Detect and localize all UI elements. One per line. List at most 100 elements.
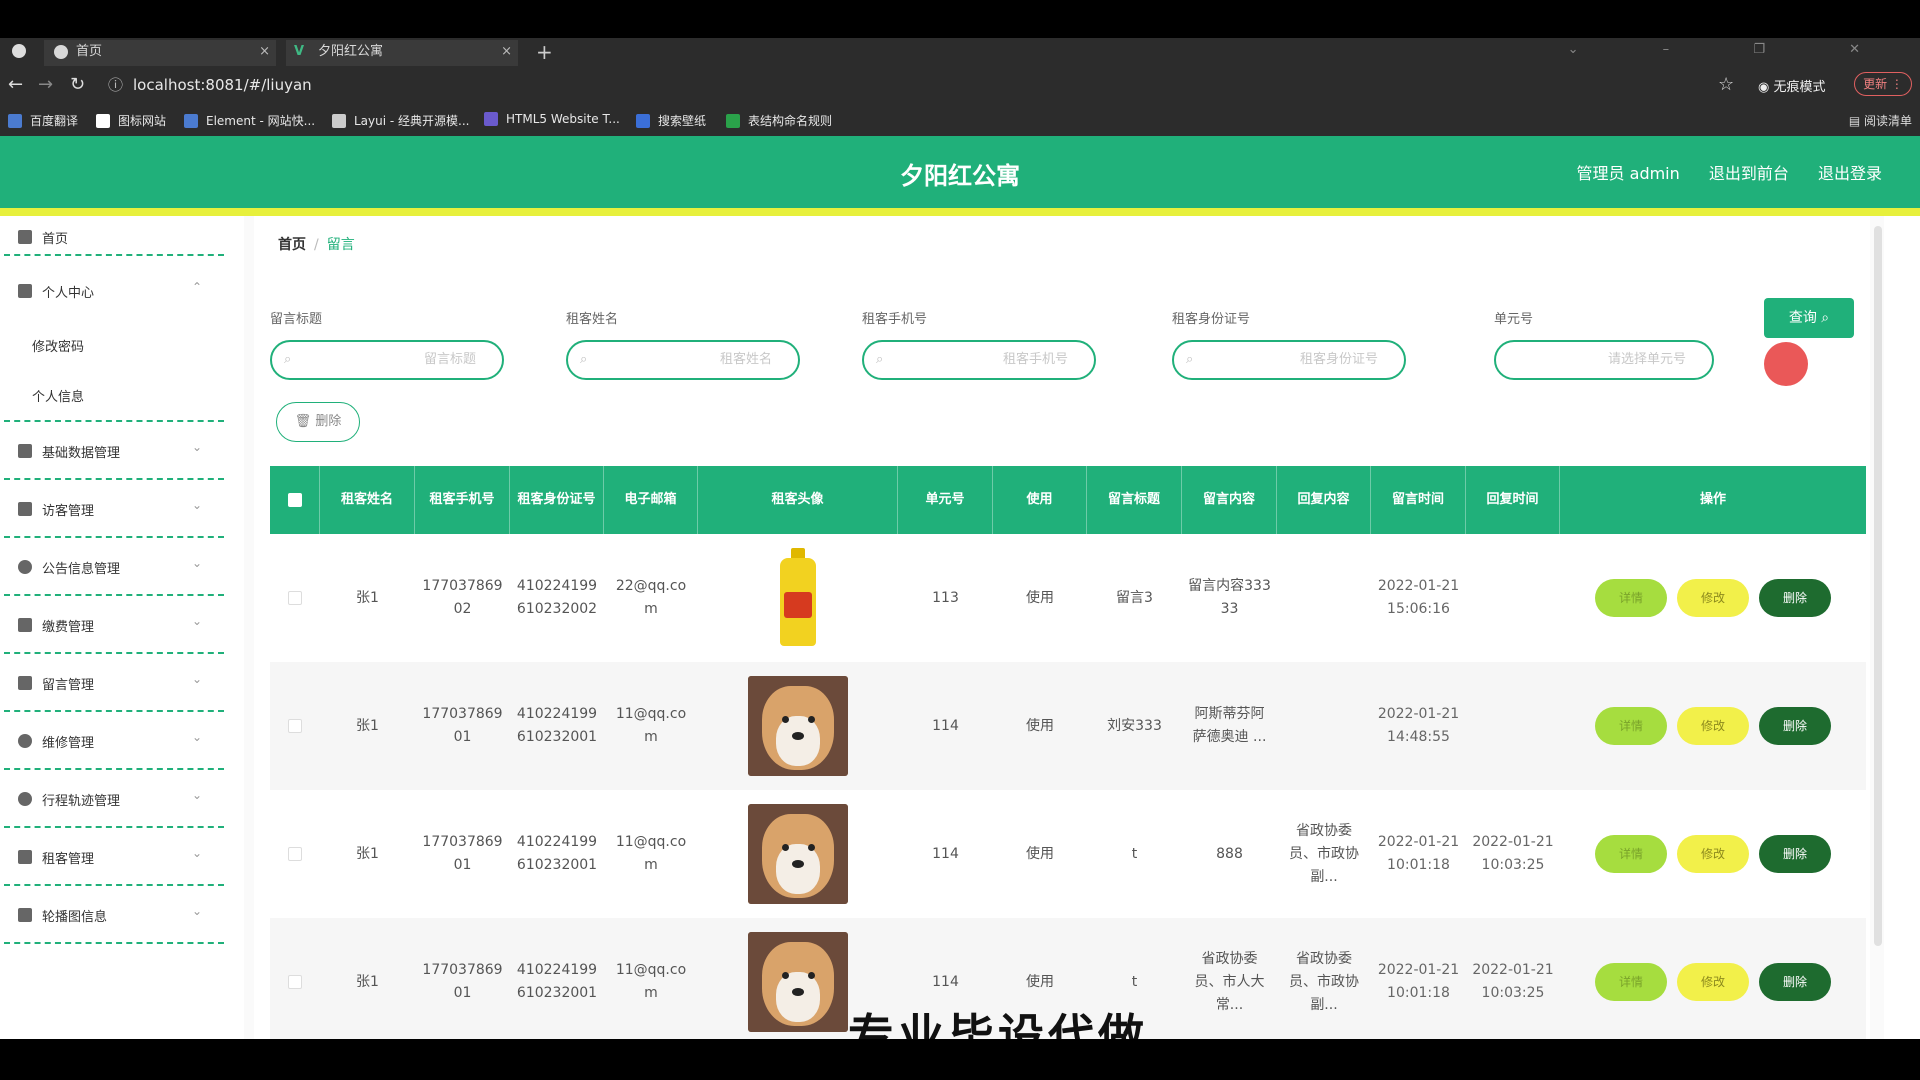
avatar-shiba-dog-image[interactable] — [748, 804, 848, 904]
edit-button[interactable]: 修改 — [1677, 579, 1749, 617]
batch-delete-button[interactable]: 🗑 删除 — [276, 402, 360, 442]
back-icon[interactable]: ← — [8, 74, 23, 95]
bookmark-item[interactable]: 表结构命名规则 — [726, 112, 832, 129]
select-all-checkbox[interactable] — [270, 466, 320, 534]
dog-muzzle — [776, 844, 820, 894]
placeholder: 租客手机号 — [1002, 352, 1068, 367]
detail-button[interactable]: 详情 — [1595, 963, 1667, 1001]
row-checkbox[interactable] — [270, 534, 320, 662]
sidebar-item-carousel[interactable]: 轮播图信息 ⌄ — [0, 886, 224, 944]
layui-icon — [332, 114, 346, 128]
search-label-tenant-name: 租客姓名 — [566, 312, 619, 327]
cell-time: 2022-01-21 15:06:16 — [1377, 578, 1460, 617]
column-header: 使用 — [993, 466, 1087, 534]
edit-button[interactable]: 修改 — [1677, 707, 1749, 745]
column-header: 留言时间 — [1371, 466, 1466, 534]
url-text: localhost:8081/#/liuyan — [133, 76, 312, 94]
sidebar-item-payments[interactable]: 缴费管理 ⌄ — [0, 596, 224, 654]
sidebar-item-label: 缴费管理 — [42, 620, 95, 635]
sidebar-item-messages[interactable]: 留言管理 ⌄ — [0, 654, 224, 712]
row-checkbox[interactable] — [270, 790, 320, 918]
bookmark-item[interactable]: Element - 网站快... — [184, 112, 315, 129]
search-input-title[interactable]: ⌕ 留言标题 — [270, 340, 504, 380]
search-input-tenant-name[interactable]: ⌕ 租客姓名 — [566, 340, 800, 380]
bookmark-item[interactable]: 百度翻译 — [8, 112, 78, 129]
browser-menu-icon[interactable] — [12, 44, 26, 58]
sidebar-item-label: 个人中心 — [42, 286, 95, 301]
incognito-indicator[interactable]: ◉ 无痕模式 — [1758, 76, 1826, 95]
bookmark-item[interactable]: HTML5 Website T... — [484, 112, 620, 126]
bookmark-label: Element - 网站快... — [206, 114, 316, 128]
sidebar-item-tenants[interactable]: 租客管理 ⌄ — [0, 828, 224, 886]
tab-home[interactable]: 首页 × — [44, 40, 276, 66]
query-button[interactable]: 查询 ⌕ — [1764, 298, 1854, 338]
cell-unit: 113 — [932, 589, 959, 606]
sidebar-item-notices[interactable]: 公告信息管理 ⌄ — [0, 538, 224, 596]
reload-icon[interactable]: ↻ — [70, 74, 85, 95]
sidebar-item-personal-center[interactable]: 个人中心 ⌃ — [0, 262, 224, 320]
new-tab-button[interactable]: + — [536, 40, 553, 64]
detail-button[interactable]: 详情 — [1595, 835, 1667, 873]
logout-link[interactable]: 退出登录 — [1818, 164, 1882, 183]
window-controls[interactable]: ⌄ – ❐ ✕ — [1568, 42, 1900, 57]
placeholder: 请选择单元号 — [1607, 352, 1686, 367]
edit-button[interactable]: 修改 — [1677, 835, 1749, 873]
vue-icon: V — [294, 44, 305, 59]
cell-title: 刘安333 — [1107, 717, 1162, 734]
avatar-oil-bottle-image[interactable] — [774, 548, 822, 648]
wallpaper-icon — [636, 114, 650, 128]
update-button[interactable]: 更新 ⋮ — [1854, 72, 1912, 96]
avatar-shiba-dog-image[interactable] — [748, 932, 848, 1032]
sidebar-subitem-change-password[interactable]: 修改密码 — [32, 336, 84, 355]
address-bar[interactable]: ⓘ localhost:8081/#/liuyan — [108, 74, 312, 95]
bookmark-label: 图标网站 — [118, 114, 167, 128]
sidebar-subitem-personal-info[interactable]: 个人信息 — [32, 386, 84, 405]
sidebar-item-label: 公告信息管理 — [42, 562, 121, 577]
cell-actions: 详情 修改 删除 — [1560, 662, 1866, 790]
chevron-down-icon: ⌄ — [191, 788, 202, 802]
table-row: 张1 17703786901 410224199610232001 11@qq.… — [270, 662, 1866, 790]
delete-label: 删除 — [315, 414, 342, 429]
close-icon[interactable]: × — [501, 40, 512, 64]
bookmark-item[interactable]: 图标网站 — [96, 112, 166, 129]
tab-apartment[interactable]: V 夕阳红公寓 × — [286, 40, 518, 66]
unit-select[interactable]: 请选择单元号 — [1494, 340, 1714, 380]
column-header: 单元号 — [898, 466, 993, 534]
close-icon[interactable]: × — [259, 40, 270, 64]
search-input-phone[interactable]: ⌕ 租客手机号 — [862, 340, 1096, 380]
cell-reply-time — [1466, 662, 1560, 790]
delete-button[interactable]: 删除 — [1759, 579, 1831, 617]
bell-off-icon — [18, 734, 32, 748]
search-input-idcard[interactable]: ⌕ 租客身份证号 — [1172, 340, 1406, 380]
forward-icon[interactable]: → — [38, 74, 53, 95]
bookmark-item[interactable]: 搜索壁纸 — [636, 112, 706, 129]
delete-button[interactable]: 删除 — [1759, 707, 1831, 745]
sidebar-item-basic-data[interactable]: 基础数据管理 ⌄ — [0, 422, 224, 480]
sidebar-item-repairs[interactable]: 维修管理 ⌄ — [0, 712, 224, 770]
bookmark-label: HTML5 Website T... — [506, 112, 620, 126]
exit-to-front-link[interactable]: 退出到前台 — [1709, 164, 1789, 183]
breadcrumb-home[interactable]: 首页 — [278, 237, 306, 253]
building-icon — [18, 850, 32, 864]
bookmark-star-icon[interactable]: ☆ — [1718, 74, 1734, 95]
dog-eye — [782, 844, 789, 851]
edit-button[interactable]: 修改 — [1677, 963, 1749, 1001]
cell-avatar — [698, 790, 898, 918]
dog-eye — [808, 844, 815, 851]
avatar-shiba-dog-image[interactable] — [748, 676, 848, 776]
column-header: 电子邮箱 — [604, 466, 698, 534]
checkbox-icon — [287, 493, 302, 507]
page-scrollbar[interactable] — [1874, 226, 1882, 946]
cell-idcard: 410224199610232001 — [516, 962, 598, 1001]
row-checkbox[interactable] — [270, 662, 320, 790]
reading-list-icon: ▤ — [1848, 114, 1864, 128]
row-checkbox[interactable] — [270, 918, 320, 1046]
delete-button[interactable]: 删除 — [1759, 963, 1831, 1001]
delete-button[interactable]: 删除 — [1759, 835, 1831, 873]
detail-button[interactable]: 详情 — [1595, 707, 1667, 745]
detail-button[interactable]: 详情 — [1595, 579, 1667, 617]
bookmark-item[interactable]: Layui - 经典开源模... — [332, 112, 469, 129]
reading-list[interactable]: ▤ 阅读清单 — [1849, 112, 1912, 129]
sidebar-item-visitors[interactable]: 访客管理 ⌄ — [0, 480, 224, 538]
sidebar-item-trips[interactable]: 行程轨迹管理 ⌄ — [0, 770, 224, 828]
